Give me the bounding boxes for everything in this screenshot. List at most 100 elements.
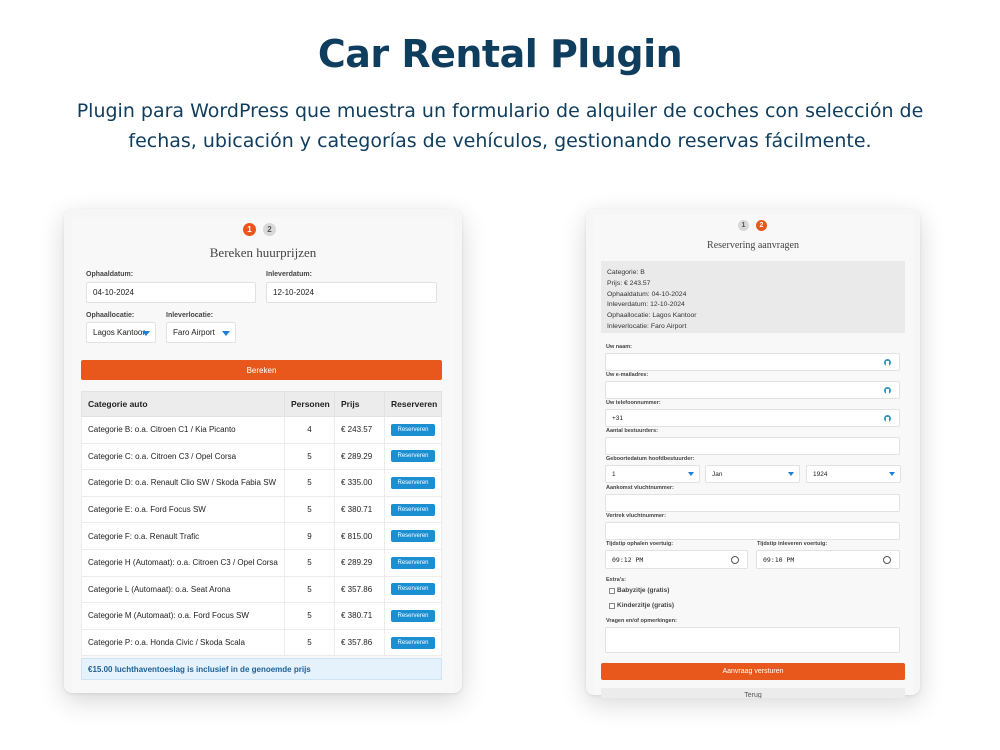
pickup-location-label: Ophaallocatie:: [86, 312, 135, 319]
autofill-key-icon: [884, 387, 891, 394]
page-title: Car Rental Plugin: [317, 32, 683, 76]
header-category: Categorie auto: [81, 391, 285, 417]
step-1: 1: [243, 223, 256, 236]
header-persons: Personen: [284, 391, 335, 417]
reserve-button[interactable]: Reserveren: [391, 503, 435, 516]
price-table: Categorie auto Personen Prijs Reserveren…: [81, 391, 442, 657]
departure-flight-label: Vertrek vluchtnummer:: [606, 513, 666, 519]
row-category: Categorie D: o.a. Renault Clio SW / Skod…: [81, 469, 285, 497]
back-button[interactable]: Terug: [601, 688, 905, 698]
phone-input[interactable]: +31: [605, 409, 900, 427]
row-persons: 4: [284, 416, 335, 444]
row-reserve-cell: Reserveren: [384, 416, 442, 444]
chevron-down-icon: [688, 472, 694, 476]
step-2: 2: [263, 223, 276, 236]
table-row: Categorie E: o.a. Ford Focus SW 5 € 380.71…: [81, 495, 442, 524]
pickup-date-input[interactable]: 04-10-2024: [86, 282, 256, 303]
table-row: Categorie D: o.a. Renault Clio SW / Skod…: [81, 469, 442, 497]
summary-line: Categorie: B: [607, 269, 645, 276]
step-1: 1: [738, 220, 749, 231]
price-table-header: Categorie auto Personen Prijs Reserveren: [81, 391, 442, 417]
row-reserve-cell: Reserveren: [384, 495, 442, 524]
drivers-input[interactable]: [605, 437, 900, 455]
row-reserve-cell: Reserveren: [384, 442, 442, 471]
return-date-label: Inleverdatum:: [266, 271, 312, 278]
row-persons: 5: [284, 469, 335, 497]
summary-line: Inleverlocatie: Faro Airport: [607, 322, 687, 330]
row-price: € 815.00: [334, 522, 385, 550]
step-2: 2: [756, 220, 767, 231]
calculator-title: Bereken huurprijzen: [209, 245, 317, 260]
reserve-button[interactable]: Reserveren: [391, 583, 435, 596]
calculator-step-indicator: 1 2: [243, 223, 276, 236]
pickup-time-label: Tijdstip ophalen voertuig:: [606, 541, 674, 547]
row-persons: 5: [284, 548, 335, 577]
table-row: Categorie P: o.a. Honda Civic / Skoda Sc…: [81, 628, 442, 657]
summary-line: Inleverdatum: 12-10-2024: [607, 301, 685, 309]
reserve-button[interactable]: Reserveren: [391, 450, 435, 463]
table-row: Categorie F: o.a. Renault Trafic 9 € 815.0…: [81, 522, 442, 550]
chevron-down-icon: [788, 472, 794, 476]
questions-textarea[interactable]: [605, 627, 900, 653]
airport-surcharge-note: €15.00 luchthaventoeslag is inclusief in…: [81, 658, 442, 680]
drivers-label: Aantal bestuurders:: [606, 428, 658, 434]
departure-flight-input[interactable]: [605, 522, 900, 540]
table-row: Categorie H (Automaat): o.a. Citroen C3 …: [81, 548, 442, 577]
babyseat-checkbox[interactable]: [609, 588, 615, 594]
reservation-title: Reservering aanvragen: [707, 240, 799, 251]
row-category: Categorie F: o.a. Renault Trafic: [81, 522, 285, 550]
reserve-button[interactable]: Reserveren: [391, 556, 435, 569]
row-category: Categorie L (Automaat): o.a. Seat Arona: [81, 575, 285, 604]
reserve-button[interactable]: Reserveren: [391, 423, 435, 436]
summary-line: Ophaaldatum: 04-10-2024: [607, 290, 687, 298]
birth-day-select[interactable]: 1: [605, 465, 700, 483]
calculate-button[interactable]: Bereken: [81, 360, 442, 380]
row-persons: 5: [284, 495, 335, 524]
row-persons: 9: [284, 522, 335, 550]
birth-month-select[interactable]: Jan: [705, 465, 800, 483]
row-persons: 5: [284, 602, 335, 630]
row-price: € 380.71: [334, 602, 385, 630]
reserve-button[interactable]: Reserveren: [391, 636, 435, 649]
childseat-label: Kinderzitje (gratis): [617, 602, 675, 609]
questions-label: Vragen en/of opmerkingen:: [606, 618, 677, 624]
arrival-flight-input[interactable]: [605, 494, 900, 512]
table-row: Categorie L (Automaat): o.a. Seat Arona 5…: [81, 575, 442, 604]
chevron-down-icon: [889, 472, 895, 476]
table-row: Categorie C: o.a. Citroen C3 / Opel Cors…: [81, 442, 442, 471]
pickup-time-input[interactable]: 09:12 PM: [605, 550, 748, 569]
phone-label: Uw telefoonnummer:: [606, 400, 661, 406]
email-label: Uw e-mailadres:: [606, 372, 649, 378]
name-input[interactable]: [605, 353, 900, 371]
reserve-button[interactable]: Reserveren: [391, 476, 435, 489]
reserve-button[interactable]: Reserveren: [391, 530, 435, 543]
autofill-key-icon: [884, 415, 891, 422]
return-time-input[interactable]: 09:10 PM: [756, 550, 900, 569]
childseat-checkbox[interactable]: [609, 603, 615, 609]
name-label: Uw naam:: [606, 344, 632, 350]
submit-request-button[interactable]: Aanvraag versturen: [601, 663, 905, 680]
row-price: € 243.57: [334, 416, 385, 444]
babyseat-label: Babyzitje (gratis): [617, 587, 670, 594]
return-date-input[interactable]: 12-10-2024: [266, 282, 437, 303]
row-category: Categorie C: o.a. Citroen C3 / Opel Cors…: [81, 442, 285, 471]
row-reserve-cell: Reserveren: [384, 628, 442, 657]
clock-icon[interactable]: [883, 555, 891, 564]
return-location-select[interactable]: Faro Airport: [166, 322, 236, 343]
reserve-button[interactable]: Reserveren: [391, 609, 435, 622]
row-reserve-cell: Reserveren: [384, 575, 442, 604]
row-category: Categorie B: o.a. Citroen C1 / Kia Pican…: [81, 416, 285, 444]
reservation-summary: Categorie: B Prijs: € 243.57 Ophaaldatum…: [601, 261, 905, 333]
row-price: € 289.29: [334, 442, 385, 471]
birth-year-select[interactable]: 1924: [806, 465, 901, 483]
header-reserve: Reserveren: [384, 391, 442, 417]
table-row: Categorie M (Automaat): o.a. Ford Focus …: [81, 602, 442, 630]
birthdate-label: Geboortedatum hoofdbestuurder:: [606, 456, 695, 462]
reservation-step-indicator: 1 2: [738, 220, 767, 231]
email-input[interactable]: [605, 381, 900, 399]
arrival-flight-label: Aankomst vluchtnummer:: [606, 485, 674, 491]
pickup-location-select[interactable]: Lagos Kantoor: [86, 322, 156, 343]
clock-icon[interactable]: [731, 555, 739, 564]
row-price: € 357.86: [334, 575, 385, 604]
pickup-date-label: Ophaaldatum:: [86, 271, 134, 278]
